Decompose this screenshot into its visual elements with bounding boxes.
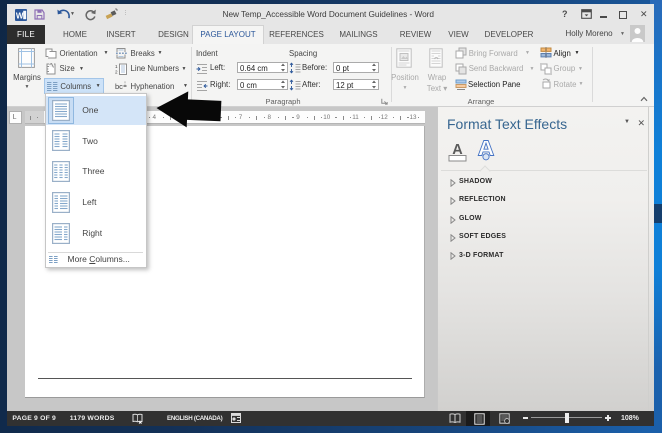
svg-text:W: W xyxy=(16,11,24,20)
svg-text:2: 2 xyxy=(115,69,118,74)
svg-text:1: 1 xyxy=(115,64,118,69)
svg-text:bc: bc xyxy=(115,82,123,91)
